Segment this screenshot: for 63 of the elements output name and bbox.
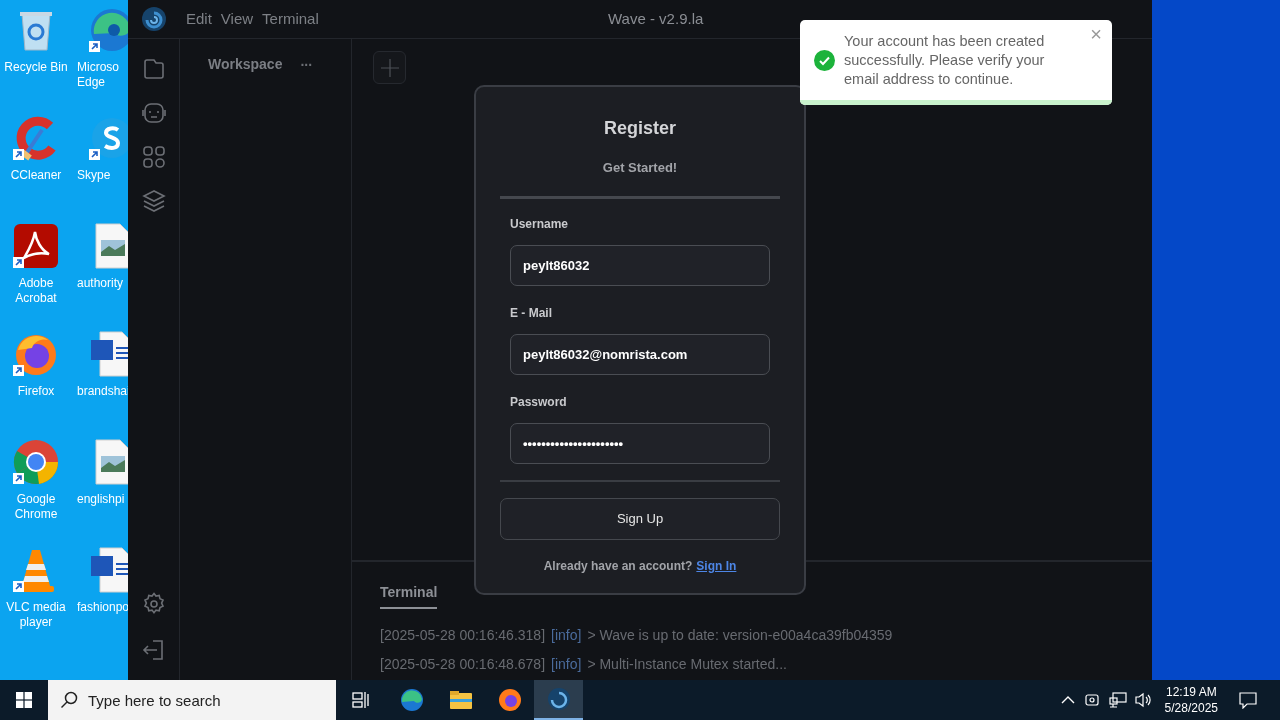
app-icon [497,688,522,712]
desktop-icon-label: Firefox [16,384,56,399]
menu-item[interactable]: Edit [186,7,212,31]
desktop-icon-label: Adobe Acrobat [14,276,58,306]
taskbar-app-button[interactable] [534,680,583,720]
menu-item[interactable]: Terminal [262,7,319,31]
task-view-icon[interactable] [352,691,370,709]
settings-icon[interactable] [141,592,166,616]
sidebar-title: Workspace [208,55,283,74]
log-level: [info] [551,656,582,672]
desktop-app-icon[interactable] [12,222,60,270]
folder-icon[interactable] [141,57,166,81]
log-level: [info] [551,627,582,643]
log-message: > Wave is up to date: version-e00a4ca39fb04359 [587,627,893,643]
layers-icon[interactable] [141,189,166,213]
window-title: Wave - v2.9.la [608,8,704,29]
terminal-tab[interactable]: Terminal [380,582,438,609]
desktop-icon-label: Recycle Bin [3,60,69,75]
input-field[interactable]: •••••••••••••••••••••• [510,422,770,464]
close-button[interactable]: × [1090,23,1102,45]
field-label: Password [510,393,568,411]
dialog-subtitle: Get Started! [602,159,678,177]
field-label: Username [510,215,570,233]
input-field[interactable]: peylt86032 [510,244,770,286]
log-message: > Multi-Instance Mutex started... [587,656,787,672]
apps-grid-icon[interactable] [141,145,166,169]
clock[interactable]: 12:19 AM 5/28/2025 [1164,684,1218,716]
volume-icon[interactable] [1134,692,1153,708]
robot-icon[interactable] [140,101,167,125]
app-icon [448,688,473,712]
plus-icon [379,57,400,78]
success-check-icon [814,49,835,71]
more-button[interactable]: ... [300,54,313,68]
dialog-title: Register [604,117,676,140]
toast-message: Your account has been created successfully. Please verify your email address to continue. [844,31,1046,89]
sign-up-button[interactable]: Sign Up [500,497,780,540]
chevron-up-icon[interactable] [1060,695,1075,705]
desktop-icon-label: authority [77,276,125,291]
log-timestamp: [2025-05-28 00:16:48.678] [380,656,546,672]
app-icon [546,687,571,711]
desktop-icon-label: fashionpo [77,600,128,615]
desktop-app-icon[interactable] [12,438,60,486]
taskbar-search-field[interactable]: Type here to search [48,680,336,720]
desktop-icon-label: VLC media player [5,600,67,630]
sign-in-link[interactable]: Sign In [696,556,737,575]
input-field[interactable]: peylt86032@nomrista.com [510,333,770,375]
field-label: E - Mail [510,304,553,322]
windows-start-icon[interactable] [16,692,32,708]
meet-now-icon[interactable] [1084,692,1099,708]
desktop-icon-label: englishpi [77,492,126,507]
network-icon[interactable] [1108,692,1127,708]
desktop-icon-label: brandshai [77,384,128,399]
app-icon [399,688,424,712]
sign-in-prompt: Already have an account? [543,557,693,575]
log-timestamp: [2025-05-28 00:16:46.318] [380,627,546,643]
app-logo-icon [141,6,167,32]
search-icon [60,691,78,709]
desktop-icon-label: CCleaner [9,168,63,183]
desktop-icon-label: Skype [77,168,112,183]
menu-item[interactable]: View [220,7,254,31]
desktop-icon-label: Microso Edge [77,60,120,90]
notification-icon[interactable] [1239,691,1257,709]
desktop-icon-label: Google Chrome [13,492,59,522]
